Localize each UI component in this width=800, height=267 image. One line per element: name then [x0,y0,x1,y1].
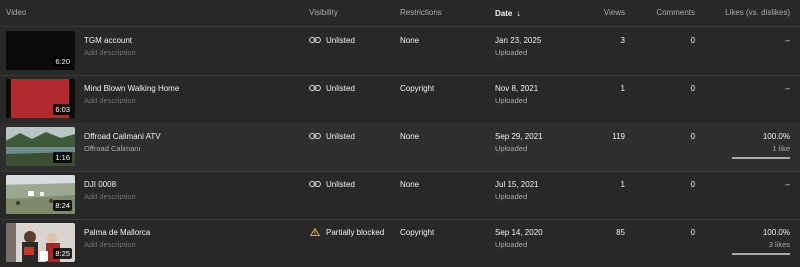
date-status: Uploaded [495,240,528,249]
comments-cell: 0 [690,84,695,93]
date-cell: Jul 15, 2021 [495,180,539,189]
visibility-cell[interactable]: Partially blocked [309,228,384,237]
video-title[interactable]: Offroad Calimani ATV [84,132,161,141]
duration-badge: 8:24 [53,200,72,211]
col-likes[interactable]: Likes (vs. dislikes) [725,8,790,17]
video-title[interactable]: Mind Blown Walking Home [84,84,179,93]
visibility-cell[interactable]: Unlisted [309,132,355,141]
col-video[interactable]: Video [6,8,26,17]
restrictions-cell: None [400,36,420,45]
sort-down-arrow-icon[interactable]: ↓ [516,8,521,18]
video-thumbnail[interactable]: 1:16 [6,127,75,166]
visibility-cell[interactable]: Unlisted [309,180,355,189]
video-description[interactable]: Add description [84,192,136,201]
date-status: Uploaded [495,96,528,105]
video-description[interactable]: Add description [84,48,136,57]
video-thumbnail[interactable]: 6:20 [6,31,75,70]
duration-badge: 8:25 [53,248,72,259]
visibility-label: Partially blocked [326,228,385,237]
table-header: Video Visibility Restrictions Date ↓ View… [0,0,800,27]
table-row[interactable]: 8:25 Palma de Mallorca Add description P… [0,219,800,267]
comments-cell: 0 [690,36,695,45]
visibility-cell[interactable]: Unlisted [309,84,355,93]
likes-cell: – [785,84,790,93]
like-ratio-bar [732,157,790,159]
views-cell: 1 [620,180,625,189]
link-icon [309,133,321,139]
video-table: Video Visibility Restrictions Date ↓ View… [0,0,800,265]
date-cell: Sep 14, 2020 [495,228,543,237]
likes-cell: – [785,36,790,45]
likes-count: 3 likes [768,240,790,249]
comments-cell: 0 [690,228,695,237]
likes-cell: 100.0% [762,228,790,237]
restrictions-cell: None [400,180,420,189]
video-thumbnail[interactable]: 8:24 [6,175,75,214]
like-ratio-bar [732,253,790,255]
date-cell: Nov 8, 2021 [495,84,539,93]
duration-badge: 1:16 [53,152,72,163]
table-row[interactable]: 1:16 Offroad Calimani ATV Offroad Calima… [0,123,800,172]
visibility-label: Unlisted [326,36,355,45]
date-status: Uploaded [495,144,528,153]
col-date[interactable]: Date ↓ [495,8,521,18]
col-views[interactable]: Views [604,8,625,17]
table-row[interactable]: 6:20 TGM account Add description Unliste… [0,27,800,76]
visibility-cell[interactable]: Unlisted [309,36,355,45]
table-row[interactable]: 8:24 DJI 0008 Add description Unlisted N… [0,171,800,220]
link-icon [309,181,321,187]
col-restrictions[interactable]: Restrictions [400,8,442,17]
video-description[interactable]: Add description [84,240,136,249]
video-title[interactable]: DJI 0008 [84,180,116,189]
visibility-label: Unlisted [326,84,355,93]
link-icon [309,85,321,91]
date-cell: Sep 29, 2021 [495,132,543,141]
likes-cell: 100.0% [762,132,790,141]
views-cell: 3 [620,36,625,45]
video-title[interactable]: Palma de Mallorca [84,228,150,237]
comments-cell: 0 [690,132,695,141]
link-icon [309,37,321,43]
date-status: Uploaded [495,192,528,201]
video-thumbnail[interactable]: 6:03 [6,79,75,118]
col-comments[interactable]: Comments [656,8,695,17]
video-description[interactable]: Offroad Calimani [84,144,140,153]
col-visibility[interactable]: Visibility [309,8,338,17]
date-cell: Jan 23, 2025 [495,36,542,45]
like-ratio-fill [732,253,790,255]
video-thumbnail[interactable]: 8:25 [6,223,75,262]
views-cell: 119 [612,132,625,141]
duration-badge: 6:20 [53,56,72,67]
duration-badge: 6:03 [53,104,72,115]
video-title[interactable]: TGM account [84,36,132,45]
restrictions-cell: None [400,132,420,141]
comments-cell: 0 [690,180,695,189]
visibility-label: Unlisted [326,132,355,141]
views-cell: 1 [620,84,625,93]
video-description[interactable]: Add description [84,96,136,105]
date-status: Uploaded [495,48,528,57]
table-row[interactable]: 6:03 Mind Blown Walking Home Add descrip… [0,75,800,124]
restrictions-cell: Copyright [400,228,435,237]
likes-cell: – [785,180,790,189]
visibility-label: Unlisted [326,180,355,189]
like-ratio-fill [732,157,790,159]
likes-count: 1 like [772,144,790,153]
col-date-label: Date [495,9,513,18]
views-cell: 85 [616,228,625,237]
restrictions-cell: Copyright [400,84,435,93]
warning-icon [309,228,321,236]
